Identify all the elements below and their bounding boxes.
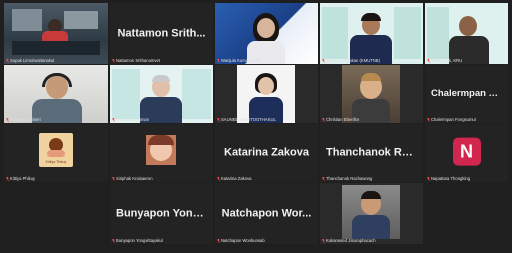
profile-picture: [146, 135, 176, 165]
participant-display-name: Bunyapon Yong...: [116, 206, 207, 219]
participant-name-label: Natchapon Wonbunsab: [217, 238, 265, 243]
window-background: [12, 9, 42, 31]
window-background: [64, 11, 98, 29]
participant-tile[interactable]: Natchapon Wor... Natchapon Wonbunsab: [215, 183, 318, 244]
participant-tile[interactable]: Kittiya Thikuy Kittiya Phikuy: [4, 124, 108, 182]
virtual-background-panel: [112, 69, 140, 119]
mic-muted-icon: [6, 117, 9, 122]
virtual-background-panel: [427, 7, 449, 59]
mic-muted-icon: [217, 117, 220, 122]
participant-tile[interactable]: Wanjula Kumar Yasin: [215, 3, 318, 64]
participant-tile[interactable]: Christian Ebenflor: [320, 65, 423, 123]
mic-muted-icon: [322, 176, 325, 181]
participant-display-name: Katarina Zakova: [224, 146, 309, 159]
mic-muted-icon: [217, 58, 220, 63]
participant-name-label: Jumin Kumpakan (KMUTNB): [322, 58, 380, 63]
participant-tile[interactable]: Katarina Zakova Katarina Zakova: [215, 124, 318, 182]
person-hair: [152, 75, 170, 82]
person-hair: [361, 13, 381, 21]
participant-name-label: Siriphak Kraisaeron: [112, 176, 153, 181]
video-grid: Supak Limsriwattanakul Nattamon Srith...…: [0, 0, 512, 253]
participant-name-label: Kukanased Jaturaphacach: [322, 238, 376, 243]
participant-name-label: Thanchanok Rachawong: [322, 176, 372, 181]
mic-muted-icon: [217, 238, 220, 243]
participant-display-name: Natchapon Wor...: [221, 206, 312, 219]
virtual-background-panel: [322, 7, 348, 59]
mic-muted-icon: [427, 117, 430, 122]
mic-muted-icon: [6, 58, 9, 63]
participant-name-label: Nattamon Srithanomvet: [112, 58, 160, 63]
avatar: N: [452, 137, 481, 166]
mic-muted-icon: [112, 238, 115, 243]
participant-name-label: Chalermpan Fongsumut: [427, 117, 476, 122]
participant-name-label: SAUNEE SRIVITOOTHAKUL: [217, 117, 276, 122]
mic-muted-icon: [322, 238, 325, 243]
participant-name-label: Supak Limsriwattanakul: [6, 58, 54, 63]
cartoon-hair-icon: [148, 135, 174, 145]
participant-name-label: Pongsak Srimeri: [6, 117, 41, 122]
participant-tile[interactable]: Pongsak Kamnan: [110, 65, 213, 123]
participant-tile[interactable]: Nattanjirak, KRU: [425, 3, 508, 64]
participant-name-label: Kittiya Phikuy: [6, 176, 35, 181]
profile-picture: Kittiya Thikuy: [39, 133, 73, 168]
profile-logo-text: Kittiya Thikuy: [45, 160, 67, 165]
participant-tile[interactable]: SAUNEE SRIVITOOTHAKUL: [215, 65, 318, 123]
mic-muted-icon: [6, 176, 9, 181]
participant-name-label: Pongsak Kamnan: [112, 117, 149, 122]
person-body: [352, 215, 390, 239]
participant-tile[interactable]: Siriphak Kraisaeron: [110, 124, 213, 182]
participant-tile[interactable]: Kukanased Jaturaphacach: [320, 183, 423, 244]
mic-muted-icon: [322, 117, 325, 122]
person-hair: [361, 191, 381, 199]
person-head: [258, 77, 274, 95]
participant-display-name: Thanchanok Rac...: [326, 146, 417, 159]
mic-muted-icon: [112, 58, 115, 63]
person-hair: [361, 73, 381, 81]
participant-tile[interactable]: Jumin Kumpakan (KMUTNB): [320, 3, 423, 64]
virtual-background-panel: [182, 69, 211, 119]
desk: [12, 41, 100, 55]
participant-tile[interactable]: N Napattara Thongking: [425, 124, 508, 182]
mic-muted-icon: [112, 117, 115, 122]
participant-name-label: Nattanjirak, KRU: [427, 58, 462, 63]
participant-display-name: Nattamon Srith...: [117, 26, 206, 39]
participant-tile[interactable]: Nattamon Srith... Nattamon Srithanomvet: [110, 3, 213, 64]
participant-name-label: Wanjula Kumar Yasin: [217, 58, 261, 63]
participant-tile[interactable]: Pongsak Srimeri: [4, 65, 108, 123]
participant-name-label: Christian Ebenflor: [322, 117, 359, 122]
participant-name-label: Napattara Thongking: [427, 176, 470, 181]
participant-display-name: Chalermpan Fon...: [431, 87, 502, 99]
mic-muted-icon: [427, 58, 430, 63]
mic-muted-icon: [217, 176, 220, 181]
virtual-background-panel: [394, 7, 421, 59]
participant-tile[interactable]: Supak Limsriwattanakul: [4, 3, 108, 64]
person-head: [459, 16, 477, 36]
mic-muted-icon: [322, 58, 325, 63]
participant-tile[interactable]: Thanchanok Rac... Thanchanok Rachawong: [320, 124, 423, 182]
cartoon-body-icon: [47, 150, 65, 158]
participant-tile[interactable]: Chalermpan Fon... Chalermpan Fongsumut: [425, 65, 508, 123]
participant-tile[interactable]: Bunyapon Yong... Bunyapon Yongvittayakul: [110, 183, 213, 244]
participant-name-label: Katarina Zakova: [217, 176, 252, 181]
participant-name-label: Bunyapon Yongvittayakul: [112, 238, 163, 243]
person-head: [257, 18, 275, 38]
mic-muted-icon: [427, 176, 430, 181]
mic-muted-icon: [112, 176, 115, 181]
